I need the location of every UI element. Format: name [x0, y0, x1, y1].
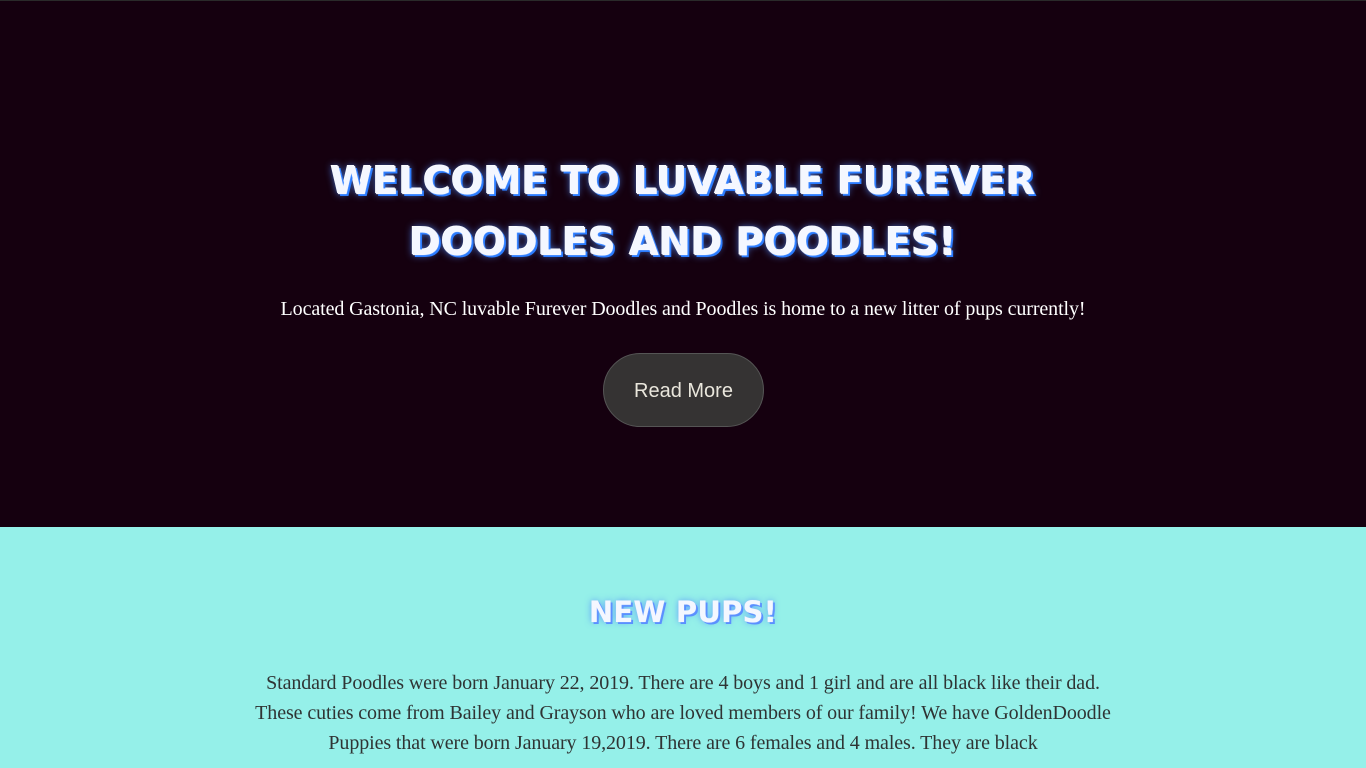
hero-title: Welcome to Luvable Furever Doodles and P…	[330, 159, 1036, 264]
new-pups-description: Standard Poodles were born January 22, 2…	[255, 672, 1111, 754]
read-more-button[interactable]: Read More	[603, 353, 764, 427]
new-pups-title: New Pups!	[588, 595, 778, 629]
hero-section: Welcome to Luvable Furever Doodles and P…	[0, 0, 1366, 527]
new-pups-section: New Pups! Standard Poodles were born Jan…	[0, 527, 1366, 768]
hero-subtitle: Located Gastonia, NC luvable Furever Doo…	[280, 298, 1086, 320]
